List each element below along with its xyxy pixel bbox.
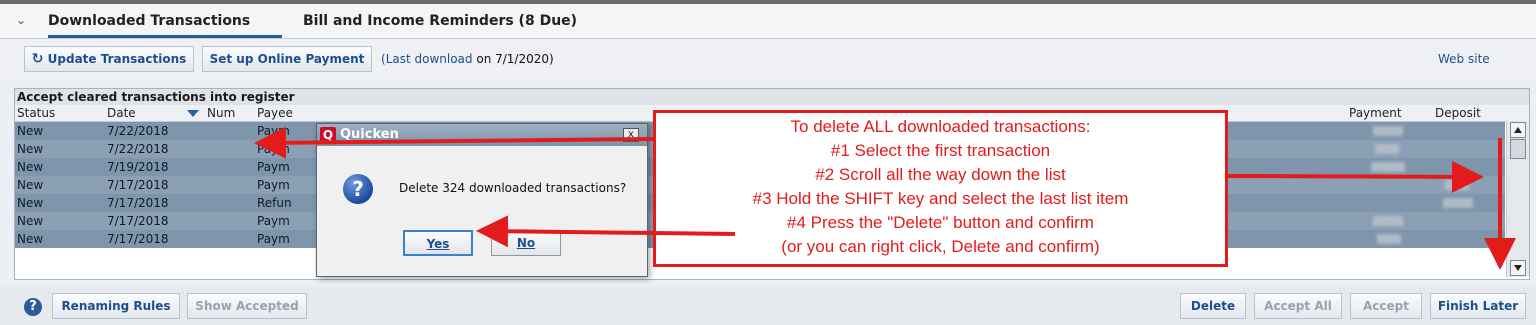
annotation-arrows bbox=[254, 126, 1516, 270]
arrow-to-scrollbar bbox=[1227, 160, 1484, 193]
arrow-to-yes-button bbox=[476, 215, 736, 248]
arrow-to-first-row bbox=[254, 126, 654, 159]
